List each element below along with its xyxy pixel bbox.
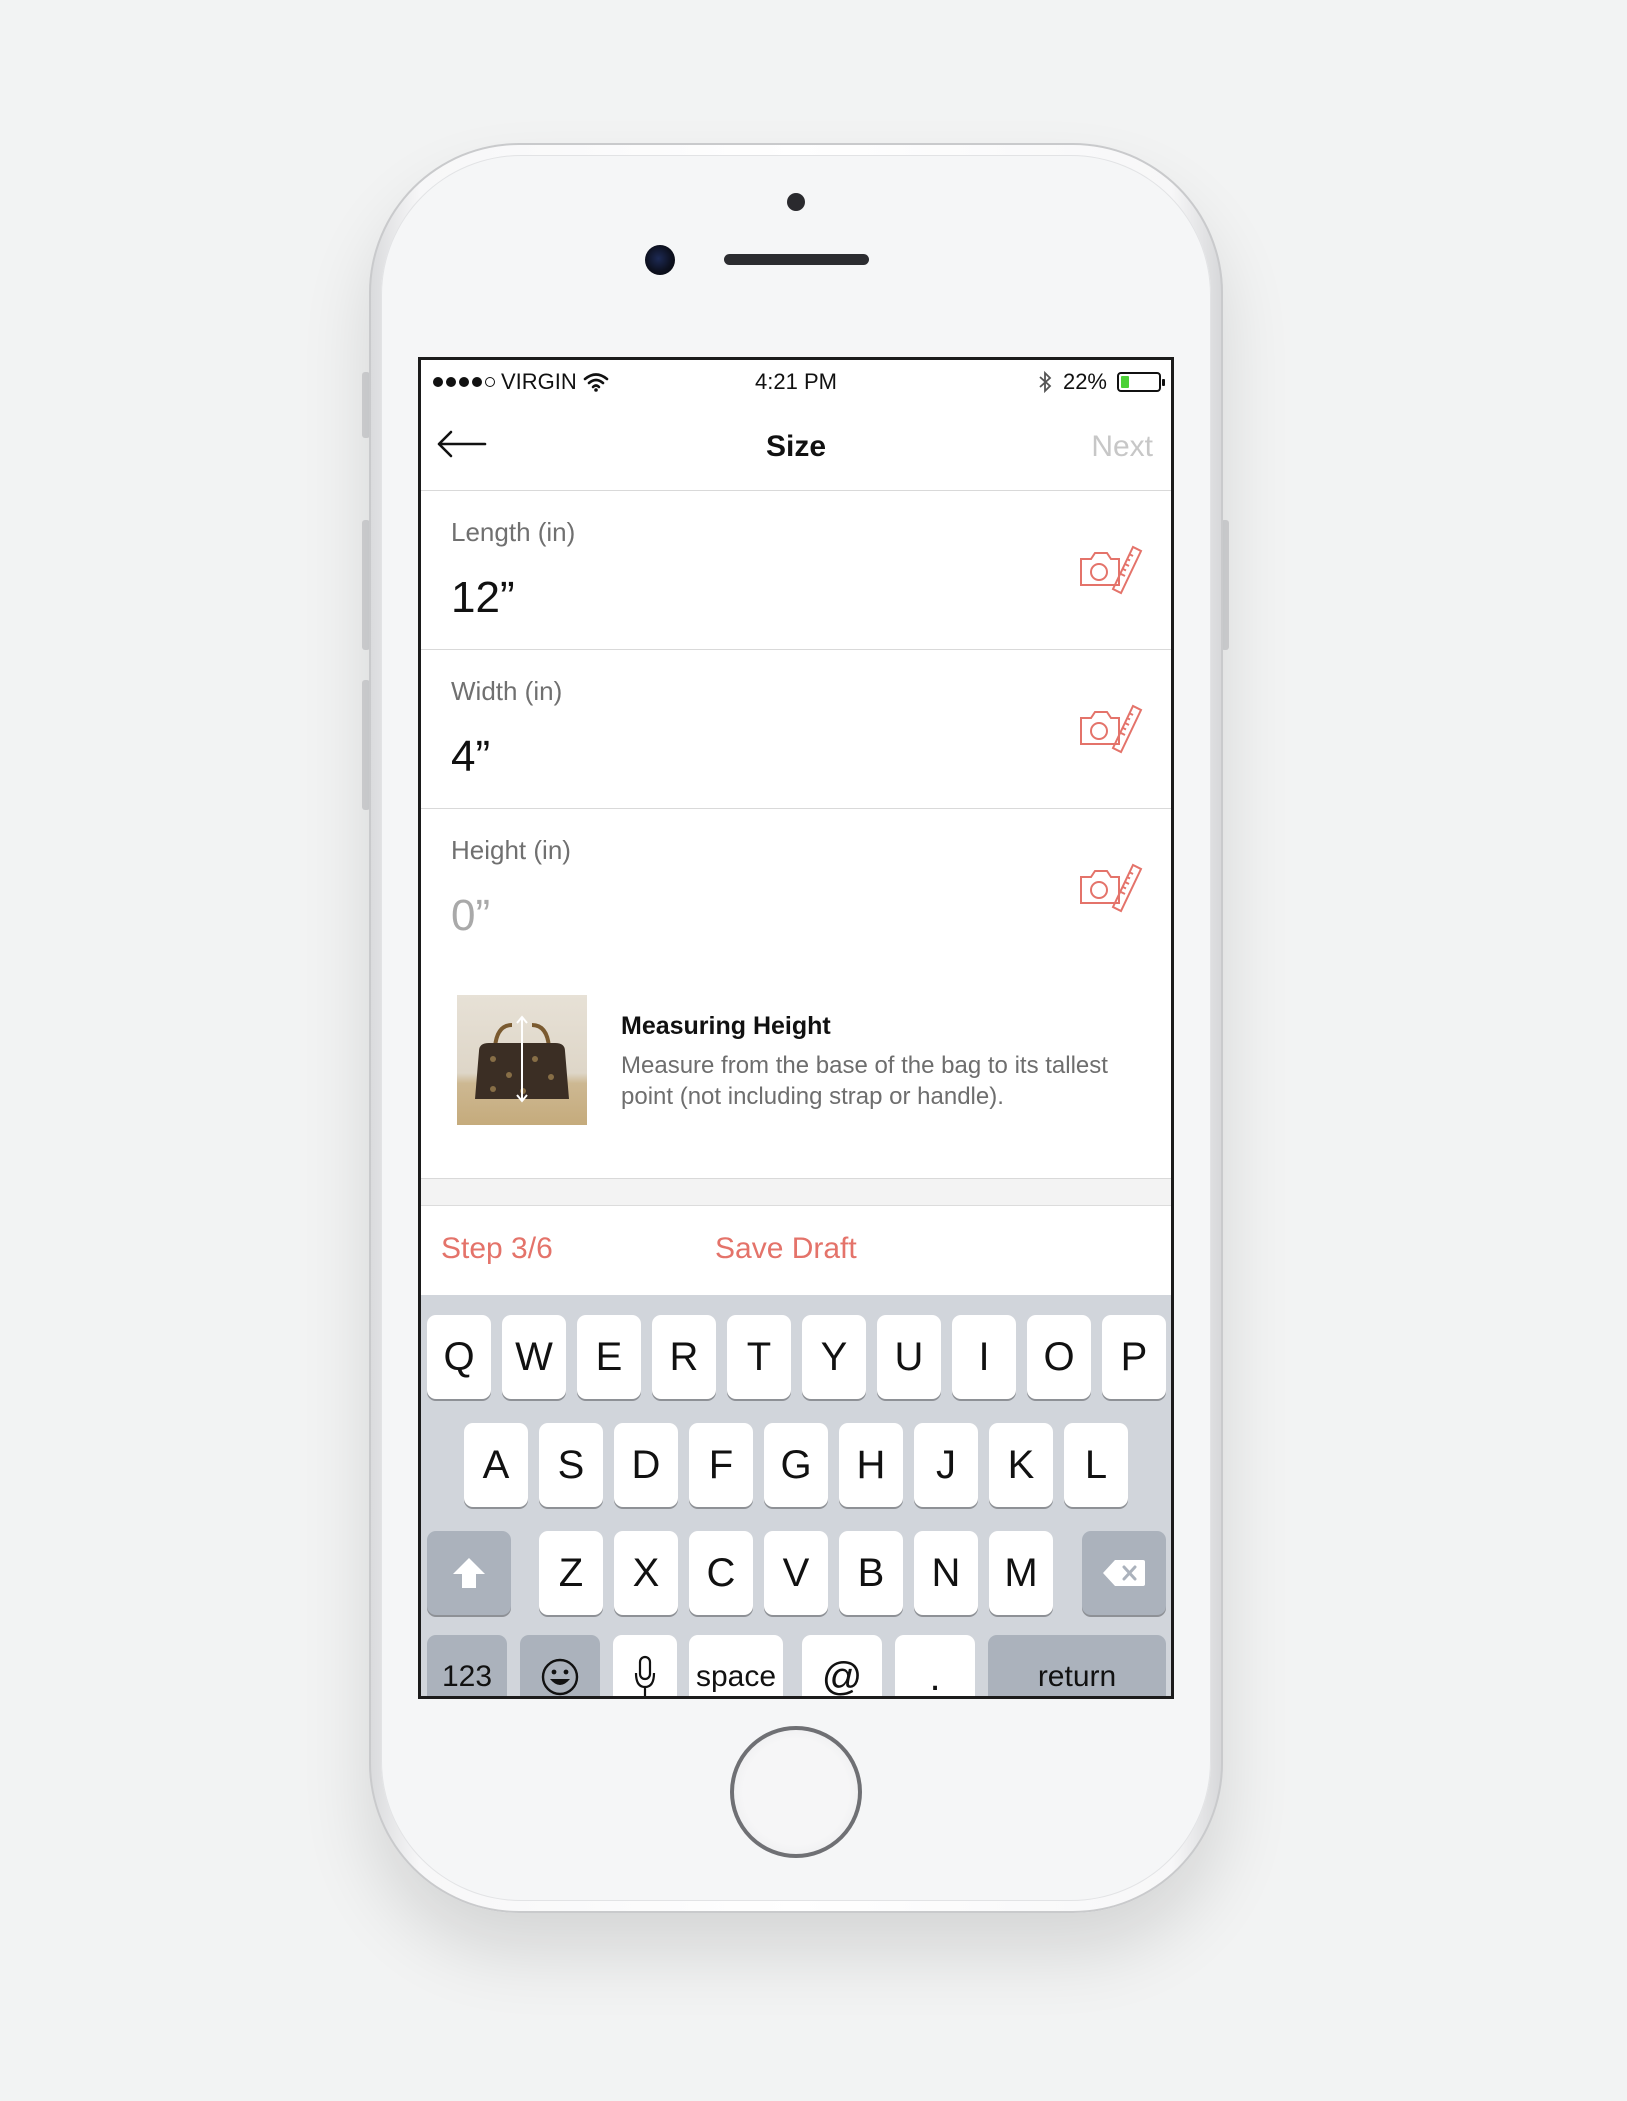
- key-g[interactable]: G: [764, 1423, 828, 1507]
- home-button[interactable]: [730, 1726, 862, 1858]
- key-u[interactable]: U: [877, 1315, 941, 1399]
- length-label: Length (in): [451, 517, 576, 547]
- key-v[interactable]: V: [764, 1531, 828, 1615]
- earpiece-speaker: [724, 254, 869, 265]
- key-d[interactable]: D: [614, 1423, 678, 1507]
- key-f[interactable]: F: [689, 1423, 753, 1507]
- key-b[interactable]: B: [839, 1531, 903, 1615]
- key-q[interactable]: Q: [427, 1315, 491, 1399]
- delete-icon: [1103, 1560, 1145, 1586]
- nav-bar: Size Next: [421, 402, 1171, 491]
- proximity-sensor: [787, 193, 805, 211]
- height-field[interactable]: Height (in) 0”: [421, 809, 1171, 967]
- key-s[interactable]: S: [539, 1423, 603, 1507]
- key-h[interactable]: H: [839, 1423, 903, 1507]
- keyboard-row-3: Z X C V B N M: [421, 1531, 1171, 1615]
- battery-icon: [1117, 372, 1165, 392]
- at-key[interactable]: @: [802, 1635, 882, 1696]
- key-p[interactable]: P: [1102, 1315, 1166, 1399]
- battery-level: [1121, 376, 1129, 388]
- length-value[interactable]: 12”: [451, 573, 515, 623]
- camera-ruler-icon[interactable]: [1077, 859, 1143, 915]
- help-description: Measure from the base of the bag to its …: [621, 1052, 1108, 1110]
- step-indicator: Step 3/6: [441, 1232, 553, 1265]
- key-t[interactable]: T: [727, 1315, 791, 1399]
- app-screen: VIRGIN 4:21 PM 22% Size Next Length (in)…: [418, 357, 1174, 1699]
- key-c[interactable]: C: [689, 1531, 753, 1615]
- key-n[interactable]: N: [914, 1531, 978, 1615]
- key-o[interactable]: O: [1027, 1315, 1091, 1399]
- next-button[interactable]: Next: [1091, 430, 1153, 464]
- key-i[interactable]: I: [952, 1315, 1016, 1399]
- camera-ruler-icon[interactable]: [1077, 700, 1143, 756]
- camera-ruler-icon[interactable]: [1077, 541, 1143, 597]
- key-l[interactable]: L: [1064, 1423, 1128, 1507]
- width-field[interactable]: Width (in) 4”: [421, 650, 1171, 809]
- page-title: Size: [765, 430, 827, 463]
- key-m[interactable]: M: [989, 1531, 1053, 1615]
- save-draft-button[interactable]: Save Draft: [715, 1232, 857, 1266]
- keyboard-row-4: 123 space @ . return: [421, 1635, 1171, 1696]
- numbers-key[interactable]: 123: [427, 1635, 507, 1696]
- battery-percent: 22%: [1062, 369, 1107, 394]
- emoji-key[interactable]: [520, 1635, 600, 1696]
- width-value[interactable]: 4”: [451, 732, 490, 782]
- status-right: 22%: [1037, 369, 1165, 395]
- shift-icon: [453, 1558, 485, 1588]
- section-divider: [421, 1179, 1171, 1206]
- key-e[interactable]: E: [577, 1315, 641, 1399]
- microphone-icon: [634, 1655, 656, 1696]
- keyboard-row-1: Q W E R T Y U I O P: [421, 1315, 1171, 1399]
- keyboard-row-2: A S D F G H J K L: [421, 1423, 1171, 1507]
- dictation-key[interactable]: [613, 1635, 677, 1696]
- front-camera: [645, 245, 675, 275]
- delete-key[interactable]: [1082, 1531, 1166, 1615]
- return-key[interactable]: return: [988, 1635, 1166, 1696]
- key-r[interactable]: R: [652, 1315, 716, 1399]
- period-key[interactable]: .: [895, 1635, 975, 1696]
- key-x[interactable]: X: [614, 1531, 678, 1615]
- height-label: Height (in): [451, 835, 571, 865]
- bluetooth-icon: [1039, 370, 1052, 394]
- key-k[interactable]: K: [989, 1423, 1053, 1507]
- length-field[interactable]: Length (in) 12”: [421, 491, 1171, 650]
- footer-bar: Step 3/6 Save Draft: [421, 1206, 1171, 1294]
- emoji-icon: [541, 1658, 579, 1696]
- status-bar: VIRGIN 4:21 PM 22%: [421, 360, 1171, 402]
- height-value[interactable]: 0”: [451, 891, 490, 941]
- key-w[interactable]: W: [502, 1315, 566, 1399]
- width-label: Width (in): [451, 676, 563, 706]
- bag-measure-image: [457, 995, 587, 1125]
- help-title: Measuring Height: [621, 1012, 831, 1040]
- measuring-help: Measuring Height Measure from the base o…: [421, 970, 1171, 1179]
- space-key[interactable]: space: [689, 1635, 783, 1696]
- key-z[interactable]: Z: [539, 1531, 603, 1615]
- keyboard: Q W E R T Y U I O P A S D F G H J K L Z …: [421, 1295, 1171, 1696]
- key-y[interactable]: Y: [802, 1315, 866, 1399]
- shift-key[interactable]: [427, 1531, 511, 1615]
- key-a[interactable]: A: [464, 1423, 528, 1507]
- key-j[interactable]: J: [914, 1423, 978, 1507]
